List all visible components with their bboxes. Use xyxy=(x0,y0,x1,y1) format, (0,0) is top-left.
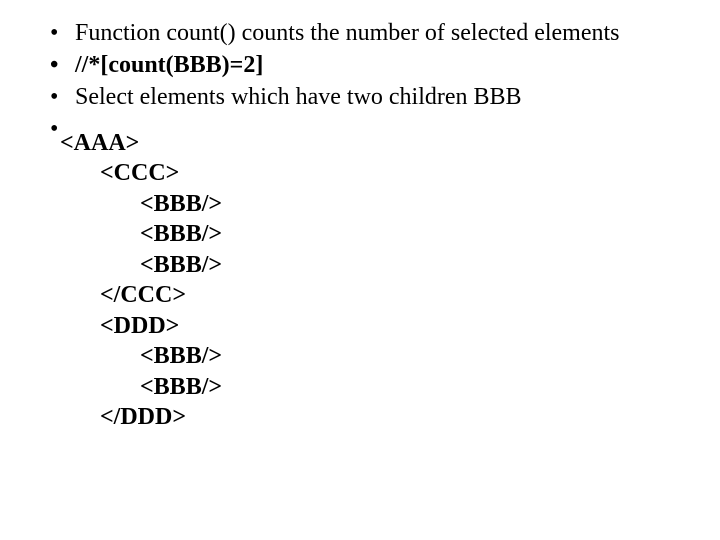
code-line: <AAA> xyxy=(60,128,710,158)
bullet-list: Function count() counts the number of se… xyxy=(10,18,710,126)
code-line: <BBB/> xyxy=(140,372,710,402)
code-line: <BBB/> xyxy=(140,341,710,371)
code-line: <BBB/> xyxy=(140,219,710,249)
code-line: <BBB/> xyxy=(140,189,710,219)
list-item: //*[count(BBB)=2] xyxy=(75,50,710,80)
bullet-text: Select elements which have two children … xyxy=(75,84,522,110)
code-line: <CCC> xyxy=(100,158,710,188)
code-line: </DDD> xyxy=(100,402,710,432)
list-item: Select elements which have two children … xyxy=(75,82,710,112)
code-block: <AAA> <CCC> <BBB/> <BBB/> <BBB/> </CCC> … xyxy=(60,128,710,433)
bullet-text: Function count() counts the number of se… xyxy=(75,20,620,46)
code-line: <BBB/> xyxy=(140,250,710,280)
code-line: </CCC> xyxy=(100,280,710,310)
list-item xyxy=(75,114,710,126)
code-line: <DDD> xyxy=(100,311,710,341)
bullet-text: //*[count(BBB)=2] xyxy=(75,52,263,78)
list-item: Function count() counts the number of se… xyxy=(75,18,710,48)
